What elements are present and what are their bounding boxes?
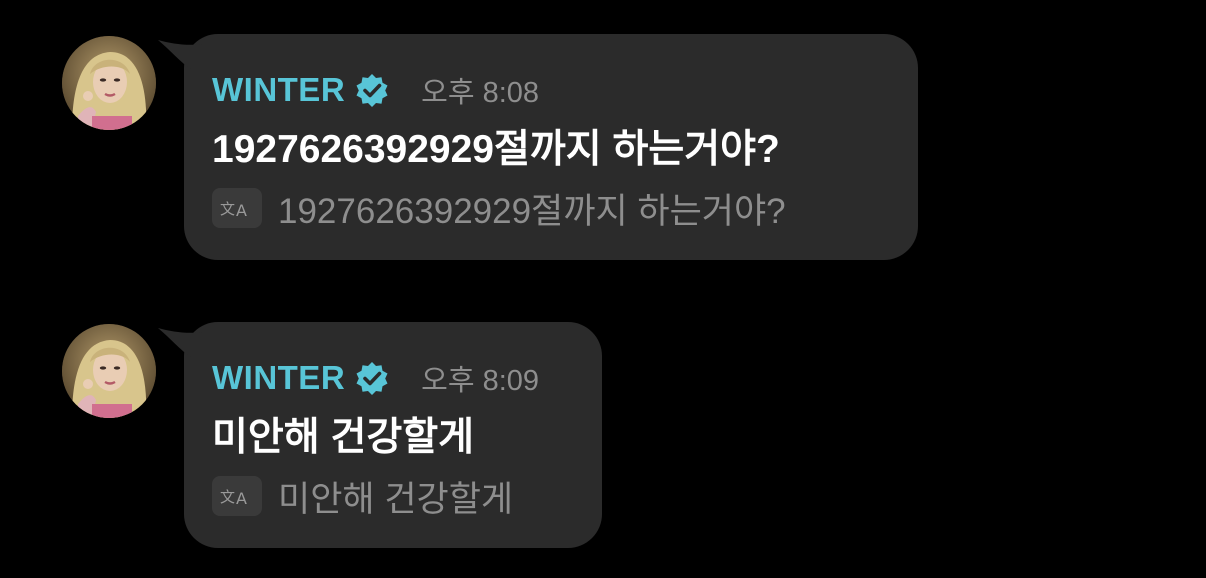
avatar[interactable]: [62, 36, 156, 130]
translate-icon[interactable]: 文 A: [212, 188, 262, 228]
bubble-tail: [158, 328, 202, 358]
verified-badge-icon: [356, 362, 388, 395]
chat-message[interactable]: WINTER 오후 8:09 미안해 건강할게 文 A 미안해 건강할게: [0, 322, 1206, 548]
translation-text: 1927626392929절까지 하는거야?: [278, 191, 786, 231]
svg-text:A: A: [236, 489, 247, 508]
message-timestamp: 오후 8:08: [421, 77, 540, 109]
translation-text: 미안해 건강할게: [278, 479, 514, 519]
message-bubble[interactable]: WINTER 오후 8:09 미안해 건강할게 文 A 미안해 건강할게: [158, 322, 602, 548]
svg-text:文: 文: [220, 200, 235, 218]
bubble-tail: [158, 40, 202, 70]
message-text: 1927626392929절까지 하는거야?: [212, 128, 780, 171]
verified-badge-icon: [356, 74, 388, 107]
message-header: WINTER 오후 8:09: [212, 359, 540, 397]
avatar-image: [62, 36, 156, 130]
svg-text:文: 文: [220, 488, 235, 506]
message-bubble[interactable]: WINTER 오후 8:08 1927626392929절까지 하는거야? 文 …: [158, 34, 918, 260]
avatar-image: [62, 324, 156, 418]
message-translation[interactable]: 文 A 1927626392929절까지 하는거야?: [212, 186, 786, 231]
message-translation[interactable]: 文 A 미안해 건강할게: [212, 474, 513, 519]
svg-text:A: A: [236, 201, 247, 220]
sender-name[interactable]: WINTER: [212, 71, 345, 109]
sender-name[interactable]: WINTER: [212, 359, 345, 397]
message-timestamp: 오후 8:09: [421, 365, 540, 397]
message-header: WINTER 오후 8:08: [212, 71, 540, 109]
avatar[interactable]: [62, 324, 156, 418]
chat-message[interactable]: WINTER 오후 8:08 1927626392929절까지 하는거야? 文 …: [0, 34, 1206, 260]
translate-glyph: 文 A: [220, 488, 247, 508]
message-text: 미안해 건강할게: [212, 416, 474, 459]
translate-icon[interactable]: 文 A: [212, 476, 262, 516]
translate-glyph: 文 A: [220, 200, 247, 220]
